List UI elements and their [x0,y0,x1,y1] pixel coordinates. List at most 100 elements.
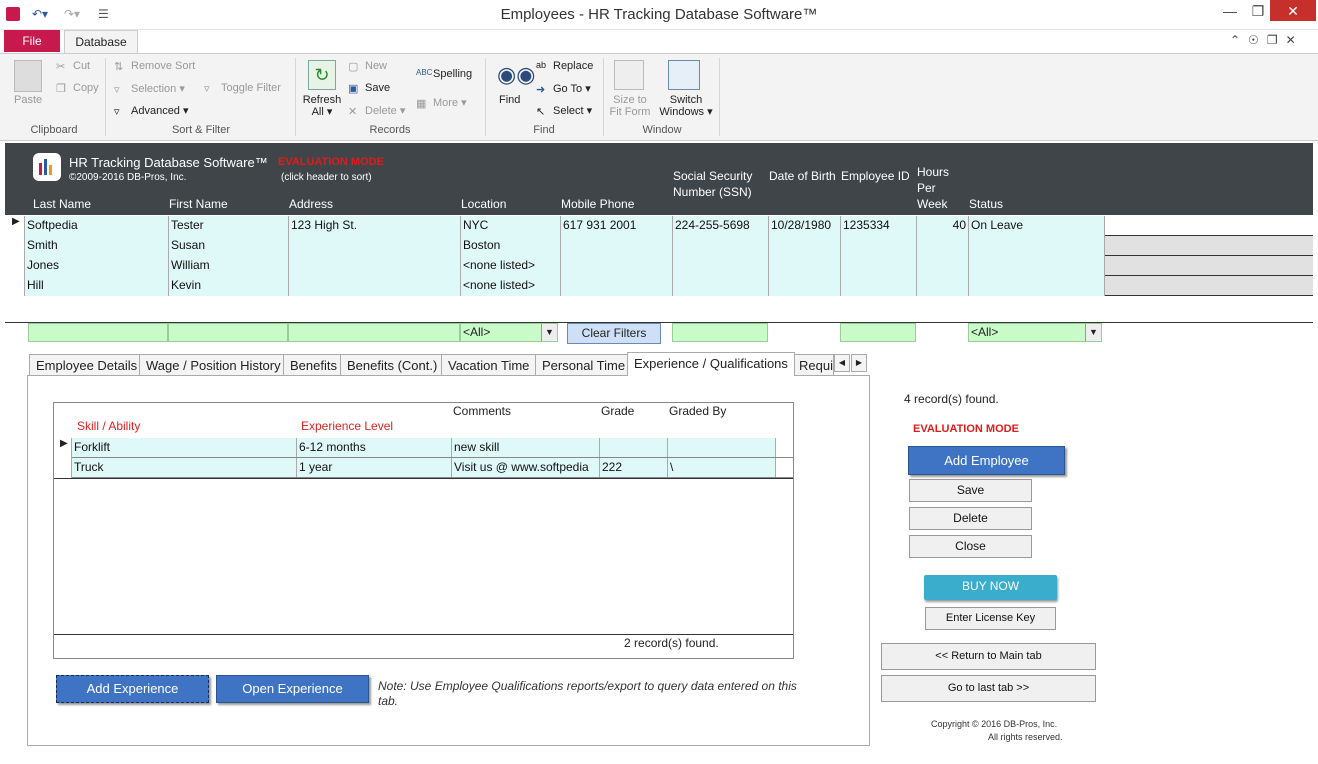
exp-cell-skill[interactable]: Forklift [72,438,297,457]
go-to-button[interactable]: ➜ Go To ▾ [536,82,591,96]
filter-address[interactable] [288,323,460,342]
tab-vacation-time[interactable]: Vacation Time [441,354,537,376]
exp-cell-grade[interactable] [600,438,668,457]
cell-first[interactable]: Tester [169,216,289,236]
clear-filters-button[interactable]: Clear Filters [567,323,661,344]
selection-button[interactable]: ▿ Selection ▾ [114,82,185,96]
cell-hours[interactable]: 40 [917,216,969,236]
cell-status[interactable]: On Leave [969,216,1105,236]
copy-button[interactable]: ❐ Copy [56,82,99,95]
filter-first[interactable] [168,323,288,342]
help-icons[interactable]: ⌃☉❐✕ [1230,33,1304,47]
exp-cell-graded-by[interactable]: \ [668,458,776,477]
filter-empid[interactable] [840,323,916,342]
size-to-fit-icon[interactable] [614,60,644,90]
tab-benefits-cont-[interactable]: Benefits (Cont.) [340,354,445,376]
tab-benefits[interactable]: Benefits [283,354,344,376]
col-mobile[interactable]: Mobile Phone [561,196,634,212]
cell-empid[interactable] [841,236,917,256]
cell-dob[interactable] [769,276,841,296]
cell-mobile[interactable] [561,236,673,256]
col-ssn[interactable]: Social Security Number (SSN) [673,168,752,200]
tab-wage-position-history[interactable]: Wage / Position History [139,354,288,376]
record-selector[interactable] [5,256,25,276]
filter-location[interactable]: <All> ▼ [460,323,558,342]
cell-last[interactable]: Softpedia [25,216,169,236]
chevron-down-icon[interactable]: ▼ [541,324,557,341]
cell-empid[interactable] [841,276,917,296]
go-to-last-tab-button[interactable]: Go to last tab >> [881,675,1096,702]
tab-scroll-left[interactable]: ◀ [834,354,850,372]
more-button[interactable]: ▦ More ▾ [416,96,467,110]
refresh-all-button[interactable]: Refresh All ▾ [300,94,344,118]
tab-experience-qualifications[interactable]: Experience / Qualifications [627,352,795,376]
cell-status[interactable] [969,276,1105,296]
new-button[interactable]: ▢ New [348,60,387,73]
cell-location[interactable]: <none listed> [461,256,561,276]
paste-button[interactable]: Paste [14,94,42,106]
tab-requi[interactable]: Requi [792,354,834,376]
save-ribbon-button[interactable]: ▣ Save [348,82,390,95]
exp-col-graded-by[interactable]: Graded By [669,404,726,418]
cell-dob[interactable] [769,236,841,256]
cut-button[interactable]: ✂ Cut [56,60,90,73]
delete-button[interactable]: Delete [909,507,1032,530]
filter-status[interactable]: <All> ▼ [968,323,1102,342]
file-tab[interactable]: File [4,30,60,52]
toggle-filter-button[interactable]: ▿ Toggle Filter [204,82,281,95]
close-window-icon[interactable]: ✕ [1270,0,1316,21]
table-row[interactable]: Jones William <none listed> [5,256,1313,276]
col-location[interactable]: Location [461,196,506,212]
cell-address[interactable] [289,256,461,276]
binoculars-icon[interactable]: ◉◉ [497,62,535,88]
record-selector[interactable]: ▶ [5,216,25,236]
select-button[interactable]: ↖ Select ▾ [536,104,592,118]
list-item[interactable]: ▶ Forklift 6-12 months new skill [54,438,793,458]
filter-last[interactable] [28,323,168,342]
add-experience-button[interactable]: Add Experience [56,675,209,703]
exp-cell-graded-by[interactable] [668,438,776,457]
remove-sort-button[interactable]: ⇅ Remove Sort [114,60,195,73]
cell-address[interactable]: 123 High St. [289,216,461,236]
table-row[interactable]: Hill Kevin <none listed> [5,276,1313,296]
cell-mobile[interactable]: 617 931 2001 [561,216,673,236]
record-selector[interactable]: ▶ [54,438,72,458]
cell-location[interactable]: NYC [461,216,561,236]
cell-mobile[interactable] [561,256,673,276]
cell-hours[interactable] [917,256,969,276]
advanced-button[interactable]: ▿ Advanced ▾ [114,104,189,118]
cell-last[interactable]: Smith [25,236,169,256]
table-row[interactable]: Smith Susan Boston [5,236,1313,256]
cell-first[interactable]: Susan [169,236,289,256]
switch-windows-icon[interactable] [668,60,700,90]
exp-cell-skill[interactable]: Truck [72,458,297,477]
filter-ssn[interactable] [672,323,768,342]
database-tab[interactable]: Database [64,30,138,54]
cell-hours[interactable] [917,276,969,296]
exp-col-grade[interactable]: Grade [601,404,634,418]
cell-first[interactable]: Kevin [169,276,289,296]
spelling-button[interactable]: ABCSpelling [416,68,472,80]
size-to-fit-button[interactable]: Size to Fit Form [608,94,652,118]
col-dob[interactable]: Date of Birth [769,168,836,184]
find-button[interactable]: Find [499,94,520,106]
col-status[interactable]: Status [969,196,1003,212]
cell-location[interactable]: <none listed> [461,276,561,296]
col-hours[interactable]: Hours Per Week [917,164,949,212]
buy-now-button[interactable]: BUY NOW [924,575,1057,600]
cell-last[interactable]: Hill [25,276,169,296]
exp-col-comments[interactable]: Comments [453,404,511,418]
cell-hours[interactable] [917,236,969,256]
exp-col-level[interactable]: Experience Level [301,419,393,433]
col-last-name[interactable]: Last Name [33,196,91,212]
enter-license-key-button[interactable]: Enter License Key [925,607,1056,630]
exp-cell-comments[interactable]: Visit us @ www.softpedia [452,458,600,477]
cell-first[interactable]: William [169,256,289,276]
cell-status[interactable] [969,256,1105,276]
cell-dob[interactable] [769,256,841,276]
cell-empid[interactable]: 1235334 [841,216,917,236]
chevron-down-icon[interactable]: ▼ [1085,324,1101,341]
exp-cell-level[interactable]: 6-12 months [297,438,452,457]
cell-mobile[interactable] [561,276,673,296]
tab-employee-details[interactable]: Employee Details [29,354,145,376]
